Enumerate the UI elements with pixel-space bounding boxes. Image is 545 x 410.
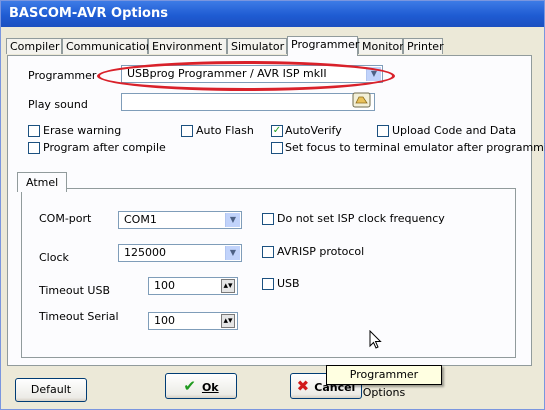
usb-label: USB	[277, 277, 300, 290]
timeout-usb-label: Timeout USB	[39, 284, 111, 297]
tab-communication[interactable]: Communication	[62, 38, 153, 54]
avrisp-checkbox[interactable]	[262, 246, 274, 258]
auto-verify-label: AutoVerify	[285, 124, 342, 137]
check-icon: ✔	[183, 377, 196, 395]
checkmark-icon: ✓	[272, 125, 282, 136]
default-button[interactable]: Default	[15, 378, 87, 402]
chevron-down-icon[interactable]: ▼	[225, 246, 240, 260]
highlight-circle	[97, 61, 395, 91]
tab-simulator[interactable]: Simulator	[227, 38, 287, 54]
com-port-label: COM-port	[39, 212, 92, 225]
upload-code-label: Upload Code and Data	[392, 124, 517, 137]
timeout-serial-label: Timeout Serial	[39, 310, 119, 323]
clock-select[interactable]: 125000 ▼	[118, 244, 242, 262]
spin-icon[interactable]: ▴▾	[221, 314, 235, 328]
mouse-cursor-icon	[369, 329, 383, 350]
tooltip: Programmer Options	[326, 365, 442, 399]
com-port-select[interactable]: COM1 ▼	[118, 211, 242, 229]
upload-code-checkbox[interactable]	[377, 125, 389, 137]
title-bar[interactable]: BASCOM-AVR Options	[1, 1, 544, 27]
set-focus-label: Set focus to terminal emulator after pro…	[285, 141, 545, 154]
play-sound-label: Play sound	[28, 98, 88, 111]
auto-flash-label: Auto Flash	[196, 124, 254, 137]
tab-environment[interactable]: Environment	[148, 38, 227, 54]
erase-warning-checkbox[interactable]	[28, 125, 40, 137]
close-icon: ✖	[296, 377, 310, 395]
window-title: BASCOM-AVR Options	[9, 6, 168, 21]
program-after-compile-checkbox[interactable]	[28, 142, 40, 154]
play-sound-input[interactable]	[121, 93, 375, 111]
options-window: BASCOM-AVR Options Compiler Communicatio…	[0, 0, 545, 410]
ok-button[interactable]: ✔ Ok	[165, 373, 237, 399]
auto-verify-checkbox[interactable]: ✓	[271, 125, 283, 137]
no-isp-clock-label: Do not set ISP clock frequency	[277, 212, 445, 225]
tab-compiler[interactable]: Compiler	[6, 38, 62, 54]
set-focus-checkbox[interactable]	[271, 142, 283, 154]
tab-printer[interactable]: Printer	[403, 38, 444, 54]
clock-label: Clock	[39, 251, 69, 264]
erase-warning-label: Erase warning	[43, 124, 122, 137]
usb-checkbox[interactable]	[262, 278, 274, 290]
timeout-usb-input[interactable]: 100 ▴▾	[148, 277, 238, 295]
program-after-compile-label: Program after compile	[43, 141, 166, 154]
tab-atmel[interactable]: Atmel	[17, 172, 67, 192]
programmer-label: Programmer	[28, 69, 97, 82]
timeout-serial-input[interactable]: 100 ▴▾	[148, 312, 238, 330]
no-isp-clock-checkbox[interactable]	[262, 213, 274, 225]
chevron-down-icon[interactable]: ▼	[225, 213, 240, 227]
avrisp-label: AVRISP protocol	[277, 245, 365, 258]
tab-monitor[interactable]: Monitor	[358, 38, 404, 54]
browse-folder-icon[interactable]	[352, 91, 372, 109]
tab-programmer[interactable]: Programmer	[287, 36, 359, 56]
auto-flash-checkbox[interactable]	[181, 125, 193, 137]
spin-icon[interactable]: ▴▾	[221, 279, 235, 293]
